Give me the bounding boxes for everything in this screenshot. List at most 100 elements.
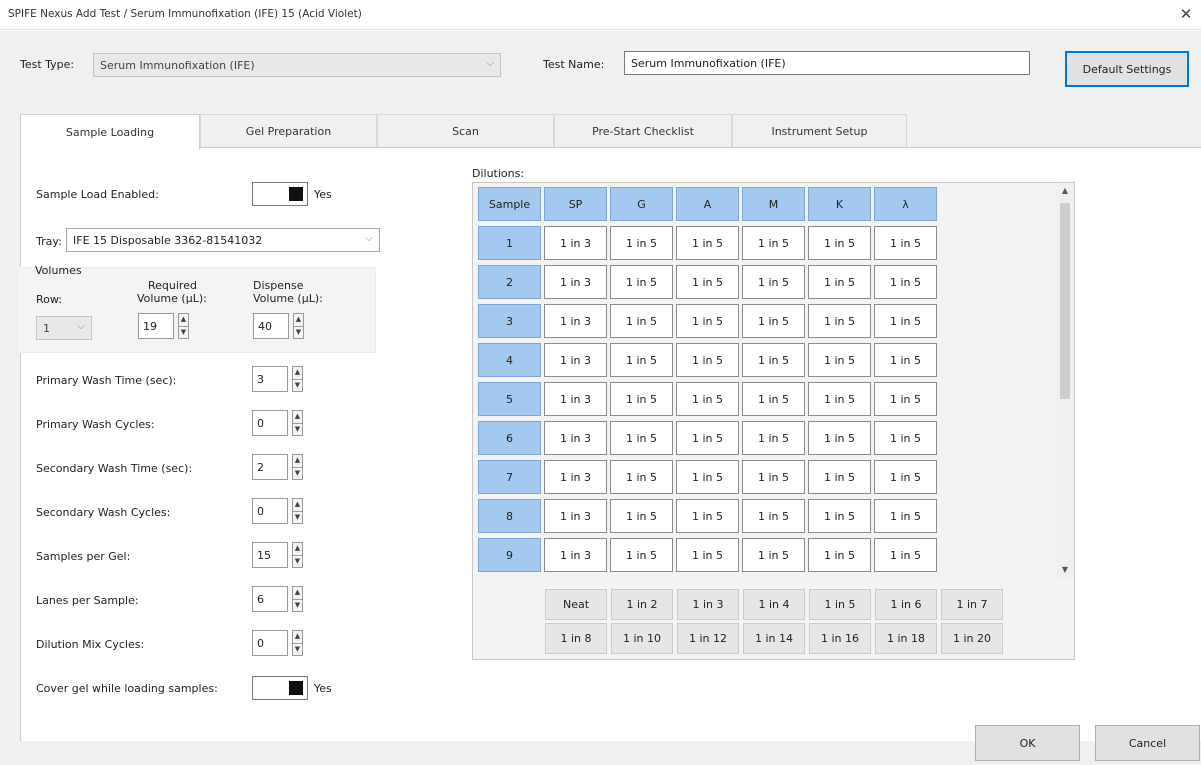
grid-cell[interactable]: 1 in 5 <box>610 304 673 338</box>
dilution-preset-button[interactable]: 1 in 2 <box>611 589 673 620</box>
grid-cell[interactable]: 1 in 5 <box>874 460 937 494</box>
grid-cell[interactable]: 1 in 5 <box>742 421 805 455</box>
grid-cell[interactable]: 1 in 3 <box>544 343 607 377</box>
samples-per-gel-stepper[interactable]: 15 ▲ ▼ <box>252 542 304 568</box>
samples-per-gel-value[interactable]: 15 <box>252 542 288 568</box>
grid-cell[interactable]: 1 in 5 <box>742 460 805 494</box>
tab-pre-start-checklist[interactable]: Pre-Start Checklist <box>554 114 732 148</box>
dispense-volume-stepper[interactable]: 40 ▲ ▼ <box>253 313 305 339</box>
grid-cell[interactable]: 1 in 3 <box>544 304 607 338</box>
grid-cell[interactable]: 1 in 5 <box>808 265 871 299</box>
sample-load-enabled-toggle[interactable] <box>252 182 308 206</box>
grid-cell[interactable]: 1 in 5 <box>742 304 805 338</box>
spin-down-icon[interactable]: ▼ <box>293 468 302 480</box>
secondary-wash-cycles-stepper[interactable]: 0 ▲ ▼ <box>252 498 304 524</box>
dilution-preset-button[interactable]: 1 in 12 <box>677 623 739 654</box>
grid-cell[interactable]: 1 in 5 <box>676 538 739 572</box>
grid-cell[interactable]: 1 in 3 <box>544 265 607 299</box>
grid-cell[interactable]: 1 in 3 <box>544 499 607 533</box>
row-select[interactable]: 1 ⌵ <box>36 316 92 340</box>
spin-up-icon[interactable]: ▲ <box>293 499 302 512</box>
spin-down-icon[interactable]: ▼ <box>293 380 302 392</box>
grid-cell[interactable]: 1 in 5 <box>610 421 673 455</box>
grid-cell[interactable]: 1 in 5 <box>742 265 805 299</box>
grid-cell[interactable]: 1 in 5 <box>742 499 805 533</box>
tab-instrument-setup[interactable]: Instrument Setup <box>732 114 907 148</box>
grid-cell[interactable]: 1 in 5 <box>742 382 805 416</box>
grid-cell[interactable]: 1 in 5 <box>742 538 805 572</box>
grid-cell[interactable]: 1 in 5 <box>610 538 673 572</box>
grid-cell[interactable]: 1 in 5 <box>742 226 805 260</box>
grid-cell[interactable]: 1 in 5 <box>808 499 871 533</box>
grid-cell[interactable]: 1 in 5 <box>874 421 937 455</box>
grid-cell[interactable]: 1 in 5 <box>874 499 937 533</box>
grid-cell[interactable]: 1 in 5 <box>610 343 673 377</box>
grid-cell[interactable]: 1 in 5 <box>742 343 805 377</box>
tab-scan[interactable]: Scan <box>377 114 554 148</box>
grid-cell[interactable]: 1 in 5 <box>676 343 739 377</box>
spin-up-icon[interactable]: ▲ <box>293 543 302 556</box>
grid-cell[interactable]: 1 in 5 <box>676 460 739 494</box>
dilution-preset-button[interactable]: 1 in 10 <box>611 623 673 654</box>
spin-down-icon[interactable]: ▼ <box>293 556 302 568</box>
grid-cell[interactable]: 1 in 5 <box>676 304 739 338</box>
grid-cell[interactable]: 1 in 5 <box>610 499 673 533</box>
required-volume-stepper[interactable]: 19 ▲ ▼ <box>138 313 190 339</box>
spin-up-icon[interactable]: ▲ <box>179 314 188 327</box>
grid-cell[interactable]: 1 in 5 <box>676 421 739 455</box>
dilution-preset-button[interactable]: 1 in 3 <box>677 589 739 620</box>
grid-scrollbar[interactable]: ▲ ▼ <box>1056 183 1074 578</box>
test-type-select[interactable]: Serum Immunofixation (IFE) ⌵ <box>93 53 501 77</box>
grid-cell[interactable]: 1 in 5 <box>676 382 739 416</box>
grid-cell[interactable]: 1 in 5 <box>676 226 739 260</box>
primary-wash-time-stepper[interactable]: 3 ▲ ▼ <box>252 366 304 392</box>
grid-cell[interactable]: 1 in 5 <box>808 226 871 260</box>
ok-button[interactable]: OK <box>975 725 1080 761</box>
spin-down-icon[interactable]: ▼ <box>293 512 302 524</box>
grid-cell[interactable]: 1 in 5 <box>808 538 871 572</box>
grid-cell[interactable]: 1 in 5 <box>610 382 673 416</box>
dilution-preset-button[interactable]: 1 in 18 <box>875 623 937 654</box>
spin-up-icon[interactable]: ▲ <box>293 587 302 600</box>
dilution-preset-button[interactable]: 1 in 8 <box>545 623 607 654</box>
grid-cell[interactable]: 1 in 5 <box>808 304 871 338</box>
scroll-thumb[interactable] <box>1060 203 1070 399</box>
dilution-preset-button[interactable]: 1 in 4 <box>743 589 805 620</box>
grid-cell[interactable]: 1 in 5 <box>808 421 871 455</box>
grid-cell[interactable]: 1 in 5 <box>676 499 739 533</box>
grid-cell[interactable]: 1 in 5 <box>874 226 937 260</box>
grid-cell[interactable]: 1 in 3 <box>544 538 607 572</box>
tray-select[interactable]: IFE 15 Disposable 3362-81541032 ⌵ <box>66 228 380 252</box>
spin-up-icon[interactable]: ▲ <box>294 314 303 327</box>
spin-down-icon[interactable]: ▼ <box>179 327 188 339</box>
cover-gel-toggle[interactable] <box>252 676 308 700</box>
primary-wash-cycles-value[interactable]: 0 <box>252 410 288 436</box>
lanes-per-sample-value[interactable]: 6 <box>252 586 288 612</box>
dilution-preset-button[interactable]: 1 in 14 <box>743 623 805 654</box>
spin-down-icon[interactable]: ▼ <box>293 644 302 656</box>
grid-cell[interactable]: 1 in 5 <box>808 343 871 377</box>
dilution-mix-cycles-value[interactable]: 0 <box>252 630 288 656</box>
tab-gel-preparation[interactable]: Gel Preparation <box>200 114 377 148</box>
spin-up-icon[interactable]: ▲ <box>293 411 302 424</box>
spin-down-icon[interactable]: ▼ <box>294 327 303 339</box>
grid-cell[interactable]: 1 in 3 <box>544 226 607 260</box>
default-settings-button[interactable]: Default Settings <box>1065 51 1189 87</box>
grid-cell[interactable]: 1 in 3 <box>544 421 607 455</box>
dilution-preset-button[interactable]: Neat <box>545 589 607 620</box>
grid-cell[interactable]: 1 in 5 <box>808 382 871 416</box>
dilution-preset-button[interactable]: 1 in 20 <box>941 623 1003 654</box>
grid-cell[interactable]: 1 in 5 <box>610 265 673 299</box>
secondary-wash-time-stepper[interactable]: 2 ▲ ▼ <box>252 454 304 480</box>
primary-wash-time-value[interactable]: 3 <box>252 366 288 392</box>
grid-cell[interactable]: 1 in 3 <box>544 382 607 416</box>
scroll-down-icon[interactable]: ▼ <box>1056 562 1074 578</box>
dilution-preset-button[interactable]: 1 in 6 <box>875 589 937 620</box>
spin-up-icon[interactable]: ▲ <box>293 455 302 468</box>
grid-cell[interactable]: 1 in 5 <box>676 265 739 299</box>
close-icon[interactable]: ✕ <box>1177 5 1195 23</box>
grid-cell[interactable]: 1 in 3 <box>544 460 607 494</box>
spin-up-icon[interactable]: ▲ <box>293 367 302 380</box>
scroll-up-icon[interactable]: ▲ <box>1056 183 1074 199</box>
spin-up-icon[interactable]: ▲ <box>293 631 302 644</box>
